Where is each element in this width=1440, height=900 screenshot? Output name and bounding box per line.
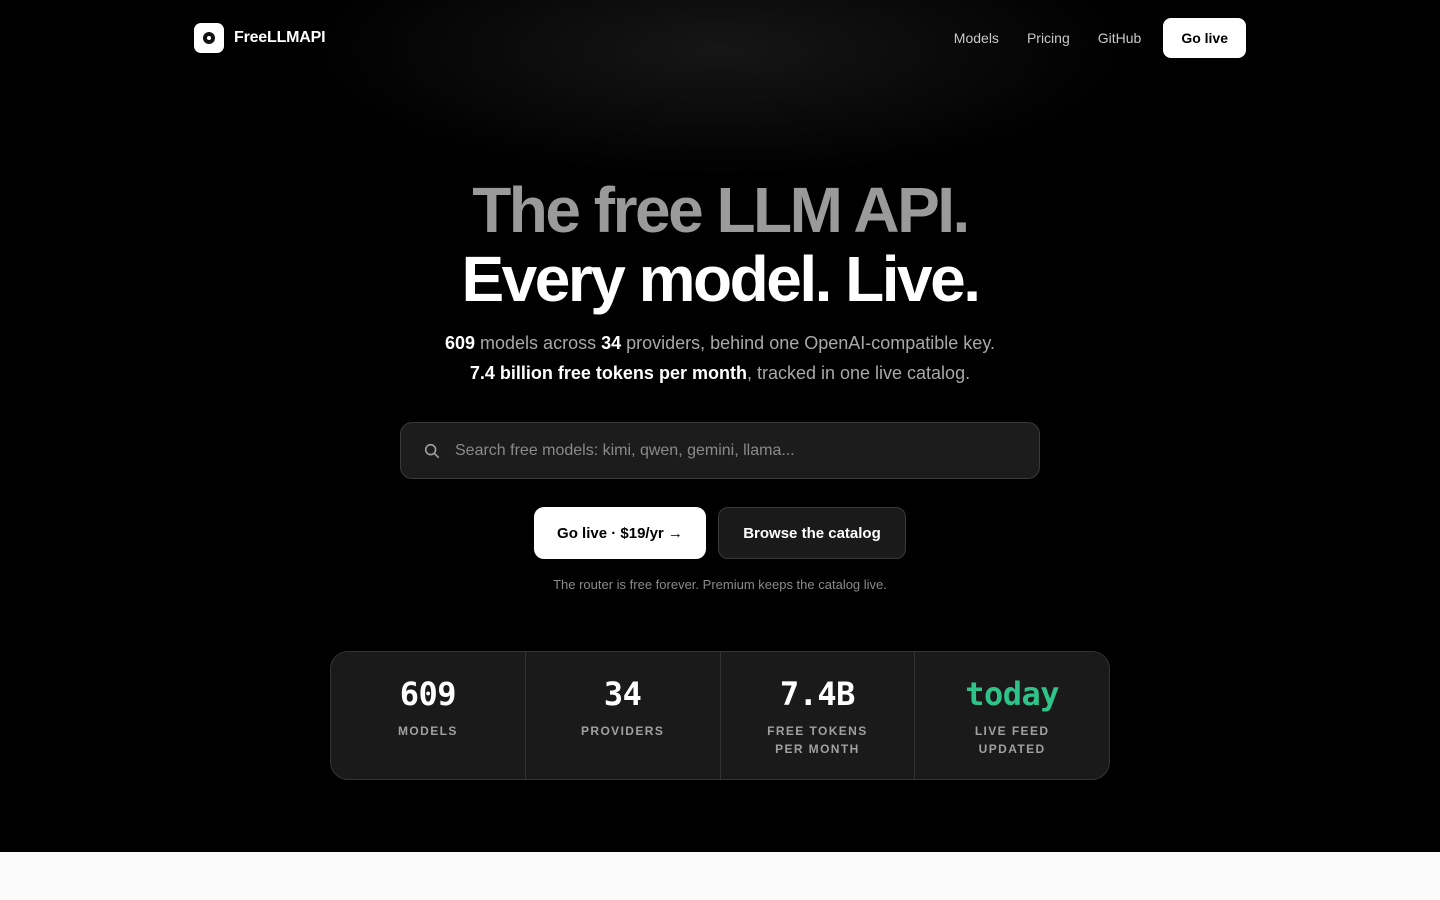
providers-count: 34 (601, 333, 622, 353)
logo-icon (194, 23, 224, 53)
go-live-button[interactable]: Go live · $19/yr → (534, 507, 706, 559)
hero-title-line1: The free LLM API. (472, 174, 970, 246)
stat-models: 609 MODELS (331, 652, 526, 779)
stat-value: today (965, 675, 1060, 713)
stat-value: 7.4B (779, 675, 856, 713)
tokens-strong: 7.4 billion free tokens per month (469, 363, 747, 383)
stat-tokens: 7.4B FREE TOKENS PER MONTH (721, 652, 916, 779)
models-text: models across (475, 333, 602, 353)
brand-name: FreeLLMAPI (234, 29, 326, 46)
stats-panel: 609 MODELS 34 PROVIDERS 7.4B FREE TOKENS… (330, 651, 1110, 780)
stat-providers: 34 PROVIDERS (526, 652, 721, 779)
nav-link-models[interactable]: Models (954, 30, 999, 46)
stat-label: FREE TOKENS PER MONTH (767, 724, 868, 756)
router-note: The router is free forever. Premium keep… (553, 577, 887, 592)
stat-value: 609 (399, 675, 457, 713)
top-nav: FreeLLMAPI Models Pricing GitHub Go live (194, 18, 1246, 58)
tokens-text: , tracked in one live catalog. (746, 363, 971, 383)
stat-label: MODELS (398, 724, 458, 738)
providers-text: providers, behind one OpenAI-compatible … (621, 333, 995, 353)
search-input[interactable] (455, 441, 1015, 460)
stat-label: PROVIDERS (580, 724, 665, 738)
nav-go-live-button[interactable]: Go live (1163, 18, 1246, 58)
hero-title-line2: Every model. Live. (461, 243, 981, 315)
stat-label: LIVE FEED UPDATED (974, 724, 1050, 756)
nav-link-github[interactable]: GitHub (1098, 30, 1142, 46)
hero-subtitle-2: 7.4 billion free tokens per month, track… (0, 363, 1440, 384)
stat-value: 34 (603, 675, 642, 713)
stat-live-feed: today LIVE FEED UPDATED (915, 652, 1109, 779)
hero-actions: Go live · $19/yr → Browse the catalog (534, 507, 906, 559)
search-icon (424, 443, 440, 458)
hero-subtitle-1: 609 models across 34 providers, behind o… (0, 333, 1440, 354)
search-bar[interactable] (400, 422, 1040, 479)
brand[interactable]: FreeLLMAPI (194, 23, 326, 53)
models-count: 609 (444, 333, 476, 353)
nav-link-pricing[interactable]: Pricing (1027, 30, 1070, 46)
browse-catalog-button[interactable]: Browse the catalog (718, 507, 906, 559)
next-section (0, 852, 1440, 900)
nav-links: Models Pricing GitHub Go live (954, 18, 1246, 58)
